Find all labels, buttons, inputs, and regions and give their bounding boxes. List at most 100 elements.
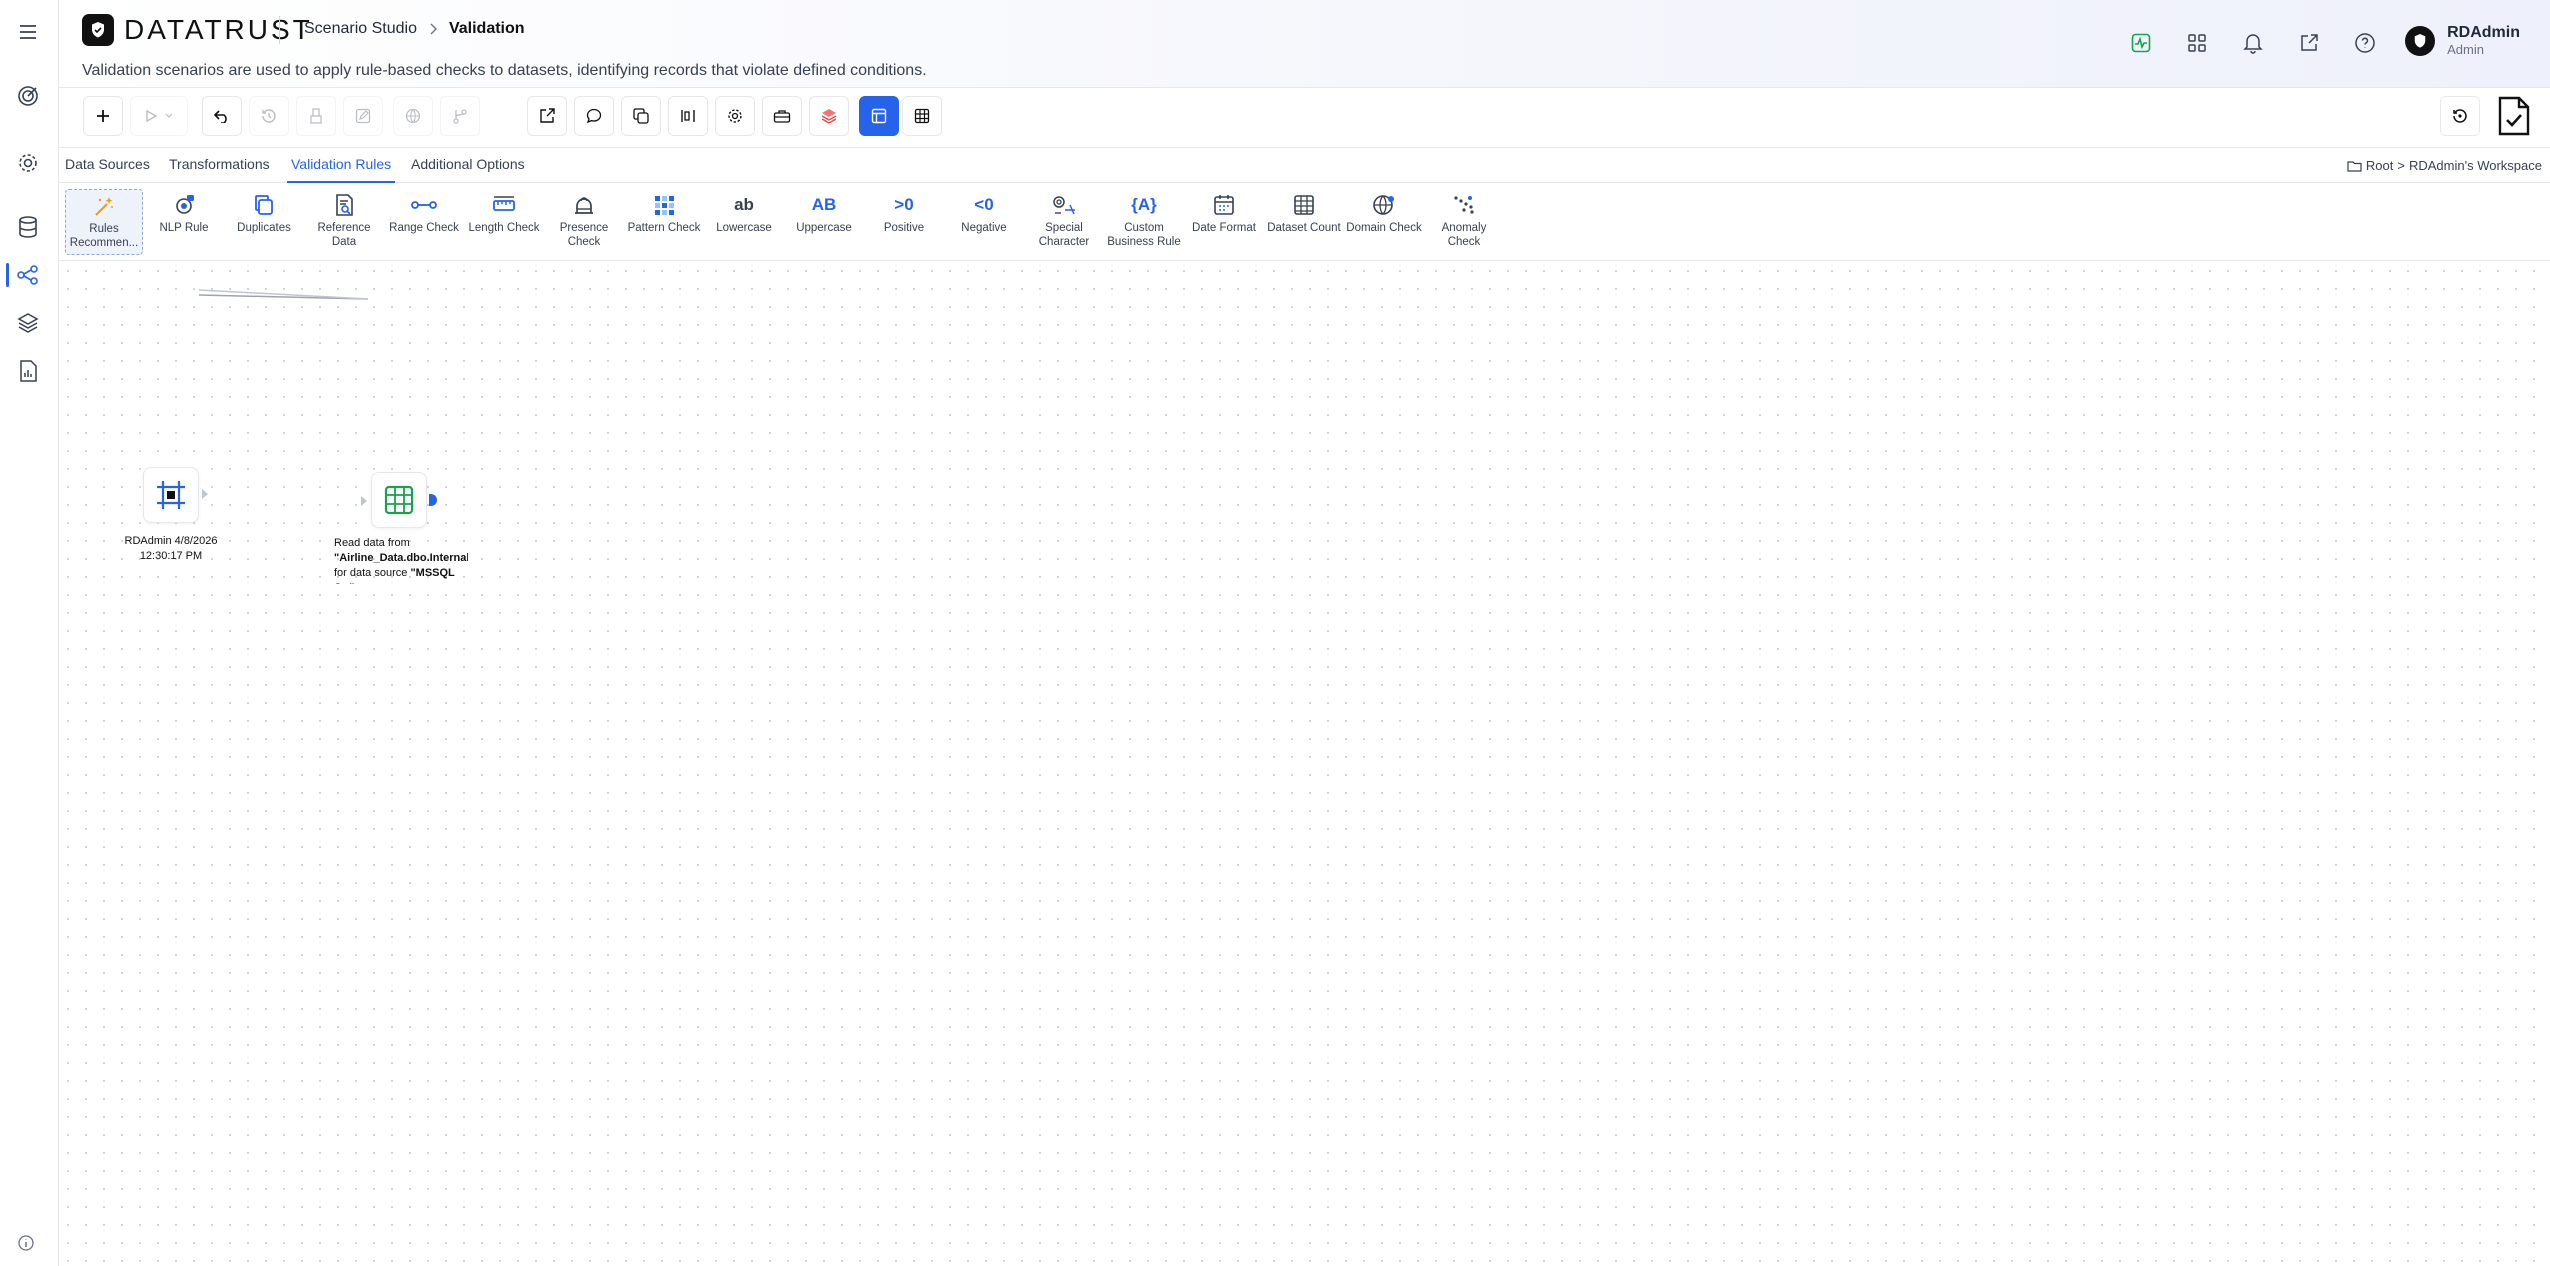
uppercase-icon: AB: [811, 195, 837, 214]
connector-start-marker: [202, 489, 208, 499]
sidebar-item-scenarios[interactable]: [0, 255, 56, 295]
globe-icon: [1372, 193, 1396, 217]
palette-rules-recommender[interactable]: Rules Recommen...: [65, 189, 143, 255]
export-button[interactable]: [527, 96, 567, 136]
target-icon: [18, 86, 38, 106]
palette-special-character[interactable]: Special Character: [1025, 189, 1103, 255]
palette-label: Length Check: [468, 222, 540, 234]
history-icon: [262, 109, 276, 123]
settings-button[interactable]: [715, 96, 755, 136]
undo-button[interactable]: [202, 96, 242, 136]
open-external-button[interactable]: [2294, 28, 2324, 58]
restore-button[interactable]: [2440, 96, 2480, 136]
history-button[interactable]: [249, 96, 289, 136]
comment-button[interactable]: [574, 96, 614, 136]
palette-label: Presence Check: [559, 222, 609, 248]
palette-label: Reference Data: [317, 222, 371, 248]
palette-label: Anomaly Check: [1441, 222, 1487, 248]
edit-button[interactable]: [343, 96, 383, 136]
read-node-output-handle[interactable]: [429, 494, 437, 506]
palette-duplicates[interactable]: Duplicates: [225, 189, 303, 255]
palette-domain-check[interactable]: Domain Check: [1345, 189, 1423, 255]
apps-button[interactable]: [2182, 28, 2212, 58]
activity-button[interactable]: [2126, 28, 2156, 58]
read-label-table: "Airline_Data.dbo.Internal_Table": [334, 552, 468, 564]
rule-palette: Rules Recommen... NLP Rule Duplicates Re…: [59, 183, 2550, 261]
palette-label: Dataset Count: [1267, 222, 1341, 234]
reference-data-icon: [332, 193, 356, 217]
globe-button[interactable]: [393, 96, 433, 136]
align-button[interactable]: [668, 96, 708, 136]
palette-pattern-check[interactable]: Pattern Check: [625, 189, 703, 255]
branch-button[interactable]: [440, 96, 480, 136]
palette-reference-data[interactable]: Reference Data: [305, 189, 383, 255]
layout-view-button[interactable]: [859, 96, 899, 136]
info-icon[interactable]: [18, 1235, 34, 1256]
help-icon: [2355, 33, 2375, 53]
breadcrumb-parent[interactable]: Scenario Studio: [304, 20, 417, 38]
palette-date-format[interactable]: Date Format: [1185, 189, 1263, 255]
toolbox-icon: [773, 110, 791, 123]
comment-icon: [586, 108, 602, 124]
table-icon: [384, 485, 414, 515]
folder-icon: [2347, 160, 2362, 172]
tab-additional-options[interactable]: Additional Options: [411, 156, 525, 183]
run-button[interactable]: [130, 96, 188, 136]
edit-icon: [355, 108, 371, 124]
table-icon: [914, 108, 930, 124]
tab-bar: Data Sources Transformations Validation …: [59, 148, 2550, 183]
branch-icon: [453, 109, 467, 124]
palette-custom-business-rule[interactable]: {A} Custom Business Rule: [1105, 189, 1183, 255]
stack-button[interactable]: [809, 96, 849, 136]
palette-label: Positive: [883, 222, 925, 234]
sidebar-item-reports[interactable]: [0, 351, 56, 391]
user-name: RDAdmin: [2447, 24, 2520, 41]
palette-nlp-rule[interactable]: NLP Rule: [145, 189, 223, 255]
notifications-button[interactable]: [2238, 28, 2268, 58]
tab-validation-rules[interactable]: Validation Rules: [287, 156, 396, 183]
tab-data-sources[interactable]: Data Sources: [65, 156, 150, 183]
palette-presence-check[interactable]: Presence Check: [545, 189, 623, 255]
palette-range-check[interactable]: Range Check: [385, 189, 463, 255]
copy-button[interactable]: [621, 96, 661, 136]
clean-button[interactable]: [296, 96, 336, 136]
presence-icon: [572, 193, 596, 217]
toolbar: [59, 88, 2550, 148]
help-button[interactable]: [2350, 28, 2380, 58]
gear-icon: [19, 154, 37, 172]
palette-lowercase[interactable]: ab Lowercase: [705, 189, 783, 255]
brand-name: DATATRUST: [124, 14, 313, 45]
report-icon: [20, 360, 37, 382]
start-node[interactable]: [143, 467, 199, 523]
palette-positive[interactable]: >0 Positive: [865, 189, 943, 255]
validate-file-button[interactable]: [2495, 92, 2533, 140]
workspace-separator: >: [2397, 158, 2405, 173]
tab-transformations[interactable]: Transformations: [169, 156, 270, 183]
toolbox-button[interactable]: [762, 96, 802, 136]
menu-icon[interactable]: [0, 12, 56, 52]
sidebar-item-target[interactable]: [0, 76, 56, 116]
external-link-icon: [2301, 34, 2318, 51]
page-description: Validation scenarios are used to apply r…: [82, 62, 927, 79]
add-button[interactable]: [83, 96, 123, 136]
chevron-right-icon: [430, 23, 437, 35]
read-data-node[interactable]: [371, 472, 427, 528]
user-menu[interactable]: RDAdmin Admin: [2405, 24, 2520, 57]
layout-icon: [871, 108, 887, 124]
breadcrumb: Scenario Studio Validation: [304, 20, 525, 38]
sidebar-item-settings[interactable]: [0, 143, 56, 183]
palette-anomaly-check[interactable]: Anomaly Check: [1425, 189, 1503, 255]
table-view-button[interactable]: [902, 96, 942, 136]
sidebar-item-layers[interactable]: [0, 303, 56, 343]
palette-uppercase[interactable]: AB Uppercase: [785, 189, 863, 255]
palette-negative[interactable]: <0 Negative: [945, 189, 1023, 255]
palette-dataset-count[interactable]: Dataset Count: [1265, 189, 1343, 255]
positive-icon: >0: [894, 195, 914, 214]
shield-icon: [82, 14, 114, 46]
copy-icon: [633, 108, 649, 124]
scenario-canvas[interactable]: RDAdmin 4/8/2026 12:30:17 PM Read data f…: [59, 262, 2550, 1266]
sidebar-item-database[interactable]: [0, 207, 56, 247]
workspace-path[interactable]: Root > RDAdmin's Workspace: [2347, 158, 2542, 173]
palette-label: Pattern Check: [627, 222, 701, 234]
palette-length-check[interactable]: Length Check: [465, 189, 543, 255]
